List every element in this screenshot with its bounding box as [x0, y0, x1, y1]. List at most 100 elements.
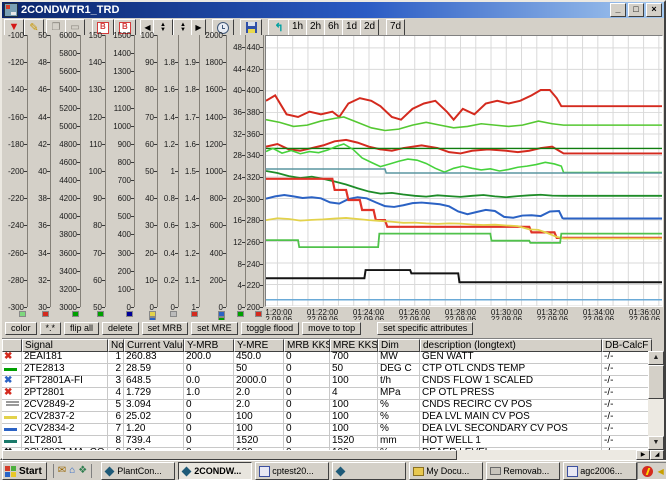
- column-header-Y-MRB[interactable]: Y-MRB: [184, 339, 234, 352]
- task-button-2CONDW...[interactable]: 2CONDW...: [178, 462, 252, 480]
- pen-color-marker[interactable]: [42, 311, 49, 317]
- task-button-blank[interactable]: [332, 462, 406, 480]
- pen-color-marker[interactable]: [72, 311, 79, 317]
- column-header-Current Value[interactable]: Current Value: [124, 339, 184, 352]
- exit-up-button[interactable]: ↰: [268, 19, 290, 36]
- save-button[interactable]: [240, 19, 262, 36]
- y-axis-line-8[interactable]: [199, 35, 200, 307]
- column-header-DB-CalcF[interactable]: DB-CalcF: [602, 339, 652, 352]
- y-axis-line-2[interactable]: [50, 35, 51, 307]
- time-range-button-7d[interactable]: 7d: [386, 19, 405, 36]
- trend-plot[interactable]: [266, 36, 662, 306]
- network-alert-icon[interactable]: [642, 466, 653, 477]
- action-button--[interactable]: *.*: [40, 322, 62, 335]
- pen-status-cell[interactable]: [2, 424, 22, 435]
- trend-chart[interactable]: [265, 35, 663, 307]
- pen-color-marker[interactable]: [170, 311, 177, 317]
- table-row-2CV2849-2[interactable]: 2CV2849-253.09402.00100%CNDS RECIRC CV P…: [2, 400, 652, 412]
- action-button-flip-all[interactable]: flip all: [64, 322, 99, 335]
- launcher-icon[interactable]: ❖: [78, 466, 87, 476]
- y-axis-line-9[interactable]: [226, 35, 227, 307]
- pen-status-cell[interactable]: ✖: [2, 352, 22, 363]
- pen-status-cell[interactable]: ✖: [2, 376, 22, 387]
- action-button-set-mre[interactable]: set MRE: [191, 322, 238, 335]
- zoom-y-spinner-2[interactable]: ▲▼: [173, 19, 193, 36]
- column-header-No[interactable]: No: [108, 339, 124, 352]
- pen-line-icon[interactable]: [4, 440, 17, 443]
- close-button[interactable]: ×: [646, 3, 662, 17]
- action-button-delete[interactable]: delete: [102, 322, 139, 335]
- zoom-y-spinner-1[interactable]: ▲▼: [153, 19, 173, 36]
- start-button[interactable]: Start: [2, 462, 47, 480]
- pen-color-marker[interactable]: [19, 311, 26, 317]
- scroll-up-icon[interactable]: ▲: [648, 351, 664, 365]
- action-button-color[interactable]: color: [5, 322, 37, 335]
- vertical-scroll-thumb[interactable]: [648, 365, 664, 399]
- action-button-set-specific-attributes[interactable]: set specific attributes: [377, 322, 473, 335]
- task-button-PlantCon...[interactable]: PlantCon...: [101, 462, 175, 480]
- table-row-2LT2801[interactable]: 2LT28018739.40152001520mmHOT WELL 1-/-: [2, 436, 652, 448]
- task-button-Removab...[interactable]: Removab...: [486, 462, 560, 480]
- column-header-Dim[interactable]: Dim: [378, 339, 420, 352]
- horizontal-scroll-thumb[interactable]: [2, 450, 457, 460]
- column-header-Signal[interactable]: Signal: [22, 339, 108, 352]
- task-button-agc2006...[interactable]: agc2006...: [563, 462, 637, 480]
- scroll-right-icon[interactable]: ▶: [636, 450, 650, 460]
- time-range-button-1h[interactable]: 1h: [288, 19, 307, 36]
- pen-status-cell[interactable]: [2, 400, 22, 411]
- pen-line-icon[interactable]: [4, 428, 17, 431]
- pen-line-icon[interactable]: [6, 401, 19, 403]
- pen-line-icon[interactable]: [6, 404, 19, 406]
- task-button-cptest20...[interactable]: cptest20...: [255, 462, 329, 480]
- pen-color-marker[interactable]: [126, 311, 133, 317]
- column-header-Y-MRE[interactable]: Y-MRE: [234, 339, 284, 352]
- pen-line-icon[interactable]: [4, 416, 17, 419]
- resize-gripper[interactable]: ◢: [650, 450, 664, 460]
- action-button-toggle-flood[interactable]: toggle flood: [241, 322, 300, 335]
- column-header-MRE KKS[interactable]: MRE KKS: [330, 339, 378, 352]
- pen-hidden-icon[interactable]: ✖: [4, 352, 12, 362]
- y-axis-line-6[interactable]: [157, 35, 158, 307]
- pen-color-marker[interactable]: [237, 311, 244, 317]
- y-axis-line-4[interactable]: [105, 35, 106, 307]
- maximize-button[interactable]: □: [628, 3, 644, 17]
- title-bar[interactable]: 2CONDWTR1_TRD _ □ ×: [2, 2, 664, 18]
- column-header-MRB KKS[interactable]: MRB KKS: [284, 339, 330, 352]
- task-button-My Docu...[interactable]: My Docu...: [409, 462, 483, 480]
- y-axis-line-11[interactable]: [263, 35, 264, 307]
- show-desktop-icon[interactable]: ⌂: [69, 466, 75, 476]
- y-axis-line-5[interactable]: [134, 35, 135, 307]
- mail-icon[interactable]: ✉: [58, 466, 66, 476]
- table-row-2FT2801A-FI[interactable]: ✖2FT2801A-FI3648.50.02000.00100t/hCNDS F…: [2, 376, 652, 388]
- table-row-2TE2813[interactable]: 2TE2813228.59050050DEG CCTP OTL CNDS TEM…: [2, 364, 652, 376]
- pen-status-cell[interactable]: ✖: [2, 388, 22, 399]
- time-range-button-2d[interactable]: 2d: [360, 19, 379, 36]
- column-header-icon[interactable]: [2, 339, 22, 352]
- table-horizontal-scrollbar[interactable]: ▶ ◢: [2, 450, 664, 460]
- y-axis-line-3[interactable]: [80, 35, 81, 307]
- y-axis-line-7[interactable]: [178, 35, 179, 307]
- column-header-description (longtext)[interactable]: description (longtext): [420, 339, 602, 352]
- pen-color-marker[interactable]: [255, 311, 262, 317]
- time-range-button-1d[interactable]: 1d: [342, 19, 361, 36]
- pen-color-marker[interactable]: [97, 311, 104, 317]
- scroll-right-button[interactable]: ▶: [191, 19, 206, 36]
- table-row-2CV2837-2[interactable]: 2CV2837-2625.0201000100%DEA LVL MAIN CV …: [2, 412, 652, 424]
- pen-line-icon[interactable]: [4, 368, 17, 371]
- action-button-set-mrb[interactable]: set MRB: [142, 322, 189, 335]
- pen-status-cell[interactable]: [2, 364, 22, 375]
- pen-color-marker[interactable]: [191, 311, 198, 317]
- table-row-2EAI181[interactable]: ✖2EAI1811260.83200.0450.00700MWGEN WATT-…: [2, 352, 652, 364]
- table-vertical-scrollbar[interactable]: ▲ ▼: [648, 351, 664, 450]
- table-row-2PT2801[interactable]: ✖2PT280141.7291.02.004MPaCP OTL PRESS-/-: [2, 388, 652, 400]
- volume-icon[interactable]: ◀: [655, 466, 666, 477]
- action-button-move-to-top[interactable]: move to top: [302, 322, 361, 335]
- pen-hidden-icon[interactable]: ✖: [4, 388, 12, 398]
- minimize-button[interactable]: _: [610, 3, 626, 17]
- table-row-2CV2834-2[interactable]: 2CV2834-271.2001000100%DEA LVL SECONDARY…: [2, 424, 652, 436]
- y-axis-line-1[interactable]: [27, 35, 28, 307]
- pen-hidden-icon[interactable]: ✖: [4, 376, 12, 386]
- pen-status-cell[interactable]: [2, 412, 22, 423]
- time-range-button-6h[interactable]: 6h: [324, 19, 343, 36]
- time-range-button-2h[interactable]: 2h: [306, 19, 325, 36]
